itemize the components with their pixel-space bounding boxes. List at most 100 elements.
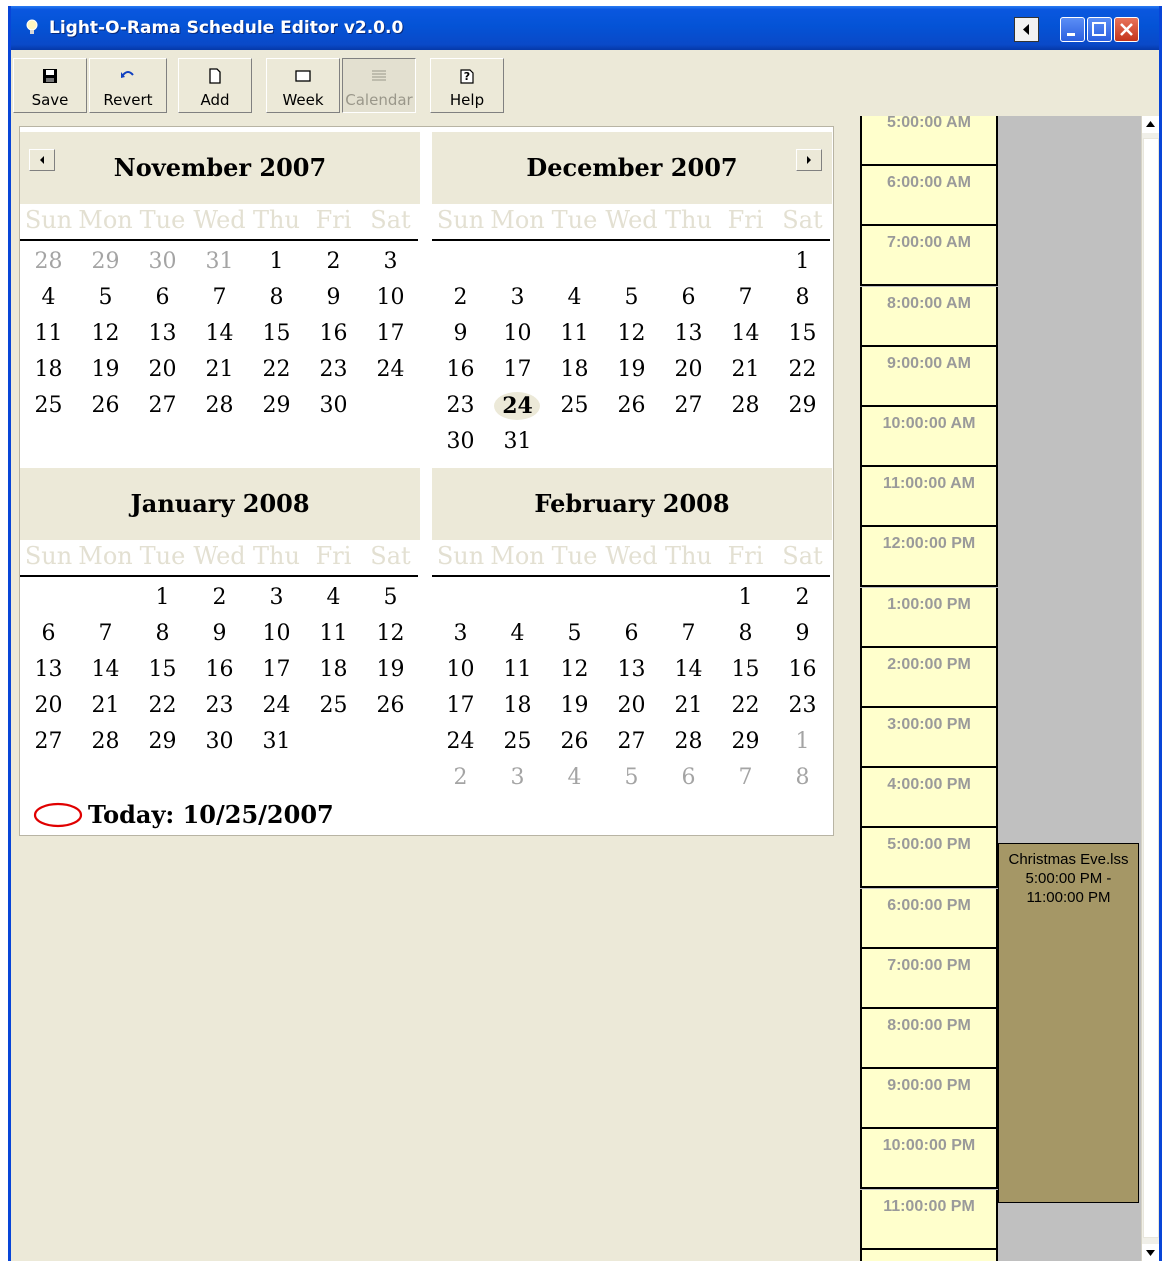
day-cell[interactable]: 3 — [489, 280, 546, 316]
day-cell[interactable]: 29 — [134, 724, 191, 760]
day-cell[interactable]: 28 — [660, 724, 717, 760]
day-cell[interactable]: 4 — [305, 580, 362, 616]
day-cell[interactable]: 30 — [432, 424, 489, 460]
day-cell[interactable]: 20 — [660, 352, 717, 388]
day-cell[interactable]: 22 — [717, 688, 774, 724]
selected-day-cell[interactable]: 24 — [489, 388, 546, 424]
day-cell[interactable]: 18 — [546, 352, 603, 388]
day-cell[interactable]: 25 — [489, 724, 546, 760]
vertical-scrollbar[interactable] — [1141, 116, 1159, 1261]
day-cell[interactable]: 6 — [660, 280, 717, 316]
day-cell[interactable]: 7 — [717, 280, 774, 316]
hour-slot[interactable]: 8:00:00 AM — [860, 286, 998, 347]
save-button[interactable]: Save — [13, 58, 87, 113]
day-cell[interactable]: 17 — [248, 652, 305, 688]
day-cell[interactable]: 4 — [546, 760, 603, 796]
day-cell[interactable]: 19 — [546, 688, 603, 724]
day-cell[interactable]: 1 — [774, 244, 831, 280]
day-cell[interactable]: 12 — [77, 316, 134, 352]
day-cell[interactable]: 20 — [134, 352, 191, 388]
day-cell[interactable]: 5 — [362, 580, 419, 616]
revert-button[interactable]: Revert — [89, 58, 167, 113]
day-cell[interactable]: 28 — [77, 724, 134, 760]
day-cell[interactable]: 24 — [248, 688, 305, 724]
day-cell[interactable]: 20 — [603, 688, 660, 724]
day-cell[interactable]: 1 — [134, 580, 191, 616]
day-cell[interactable]: 11 — [546, 316, 603, 352]
day-cell[interactable]: 23 — [305, 352, 362, 388]
day-cell[interactable]: 16 — [432, 352, 489, 388]
day-cell[interactable]: 8 — [774, 760, 831, 796]
day-cell[interactable]: 14 — [660, 652, 717, 688]
previous-month-button[interactable] — [29, 149, 55, 171]
day-cell[interactable]: 13 — [134, 316, 191, 352]
day-cell[interactable]: 14 — [191, 316, 248, 352]
hour-slot[interactable] — [860, 1249, 998, 1261]
day-cell[interactable]: 11 — [489, 652, 546, 688]
day-cell[interactable]: 9 — [774, 616, 831, 652]
day-cell[interactable]: 7 — [717, 760, 774, 796]
day-cell[interactable]: 12 — [546, 652, 603, 688]
hour-slot[interactable]: 6:00:00 AM — [860, 166, 998, 227]
day-cell[interactable]: 10 — [362, 280, 419, 316]
hour-slot[interactable]: 9:00:00 AM — [860, 346, 998, 407]
hour-slot[interactable]: 3:00:00 PM — [860, 708, 998, 768]
next-month-button[interactable] — [796, 149, 822, 171]
day-cell[interactable]: 18 — [489, 688, 546, 724]
day-cell[interactable]: 6 — [20, 616, 77, 652]
day-cell[interactable]: 5 — [603, 760, 660, 796]
day-cell[interactable]: 27 — [20, 724, 77, 760]
day-cell[interactable]: 31 — [248, 724, 305, 760]
day-cell[interactable]: 30 — [134, 244, 191, 280]
day-cell[interactable]: 29 — [77, 244, 134, 280]
scheduled-show-block[interactable]: Christmas Eve.lss 5:00:00 PM - 11:00:00 … — [998, 843, 1139, 1203]
day-cell[interactable]: 6 — [134, 280, 191, 316]
hour-slot[interactable]: 10:00:00 PM — [860, 1129, 998, 1190]
hour-slot[interactable]: 11:00:00 PM — [860, 1189, 998, 1250]
day-cell[interactable]: 21 — [77, 688, 134, 724]
day-cell[interactable]: 28 — [717, 388, 774, 424]
day-cell[interactable]: 9 — [432, 316, 489, 352]
day-cell[interactable]: 27 — [603, 724, 660, 760]
title-bar[interactable]: Light-O-Rama Schedule Editor v2.0.0 — [11, 6, 1159, 50]
day-cell[interactable]: 25 — [20, 388, 77, 424]
day-cell[interactable]: 31 — [489, 424, 546, 460]
help-button[interactable]: ? Help — [430, 58, 504, 113]
hour-slot[interactable]: 10:00:00 AM — [860, 407, 998, 467]
day-cell[interactable]: 6 — [660, 760, 717, 796]
day-cell[interactable]: 20 — [20, 688, 77, 724]
day-cell[interactable]: 31 — [191, 244, 248, 280]
day-cell[interactable]: 27 — [134, 388, 191, 424]
day-cell[interactable]: 29 — [774, 388, 831, 424]
day-cell[interactable]: 6 — [603, 616, 660, 652]
day-cell[interactable]: 23 — [432, 388, 489, 424]
day-cell[interactable]: 23 — [191, 688, 248, 724]
day-cell[interactable]: 15 — [717, 652, 774, 688]
day-cell[interactable]: 25 — [305, 688, 362, 724]
day-cell[interactable]: 19 — [603, 352, 660, 388]
day-cell[interactable]: 1 — [248, 244, 305, 280]
day-cell[interactable]: 21 — [717, 352, 774, 388]
week-button[interactable]: Week — [266, 58, 340, 113]
day-cell[interactable]: 2 — [432, 280, 489, 316]
day-cell[interactable]: 10 — [432, 652, 489, 688]
day-cell[interactable]: 3 — [432, 616, 489, 652]
day-cell[interactable]: 14 — [77, 652, 134, 688]
day-cell[interactable]: 9 — [305, 280, 362, 316]
day-cell[interactable]: 22 — [774, 352, 831, 388]
day-cell[interactable]: 28 — [191, 388, 248, 424]
day-cell[interactable]: 26 — [546, 724, 603, 760]
today-link[interactable]: Today: 10/25/2007 — [88, 800, 334, 829]
day-cell[interactable]: 3 — [362, 244, 419, 280]
day-cell[interactable]: 5 — [603, 280, 660, 316]
hour-slot[interactable]: 6:00:00 PM — [860, 888, 998, 949]
calendar-button[interactable]: Calendar — [342, 58, 416, 113]
day-cell[interactable]: 13 — [20, 652, 77, 688]
day-cell[interactable]: 9 — [191, 616, 248, 652]
hour-slot[interactable]: 5:00:00 PM — [860, 828, 998, 889]
day-cell[interactable]: 22 — [134, 688, 191, 724]
day-cell[interactable]: 8 — [774, 280, 831, 316]
day-cell[interactable]: 30 — [191, 724, 248, 760]
day-cell[interactable]: 1 — [717, 580, 774, 616]
day-cell[interactable]: 13 — [660, 316, 717, 352]
